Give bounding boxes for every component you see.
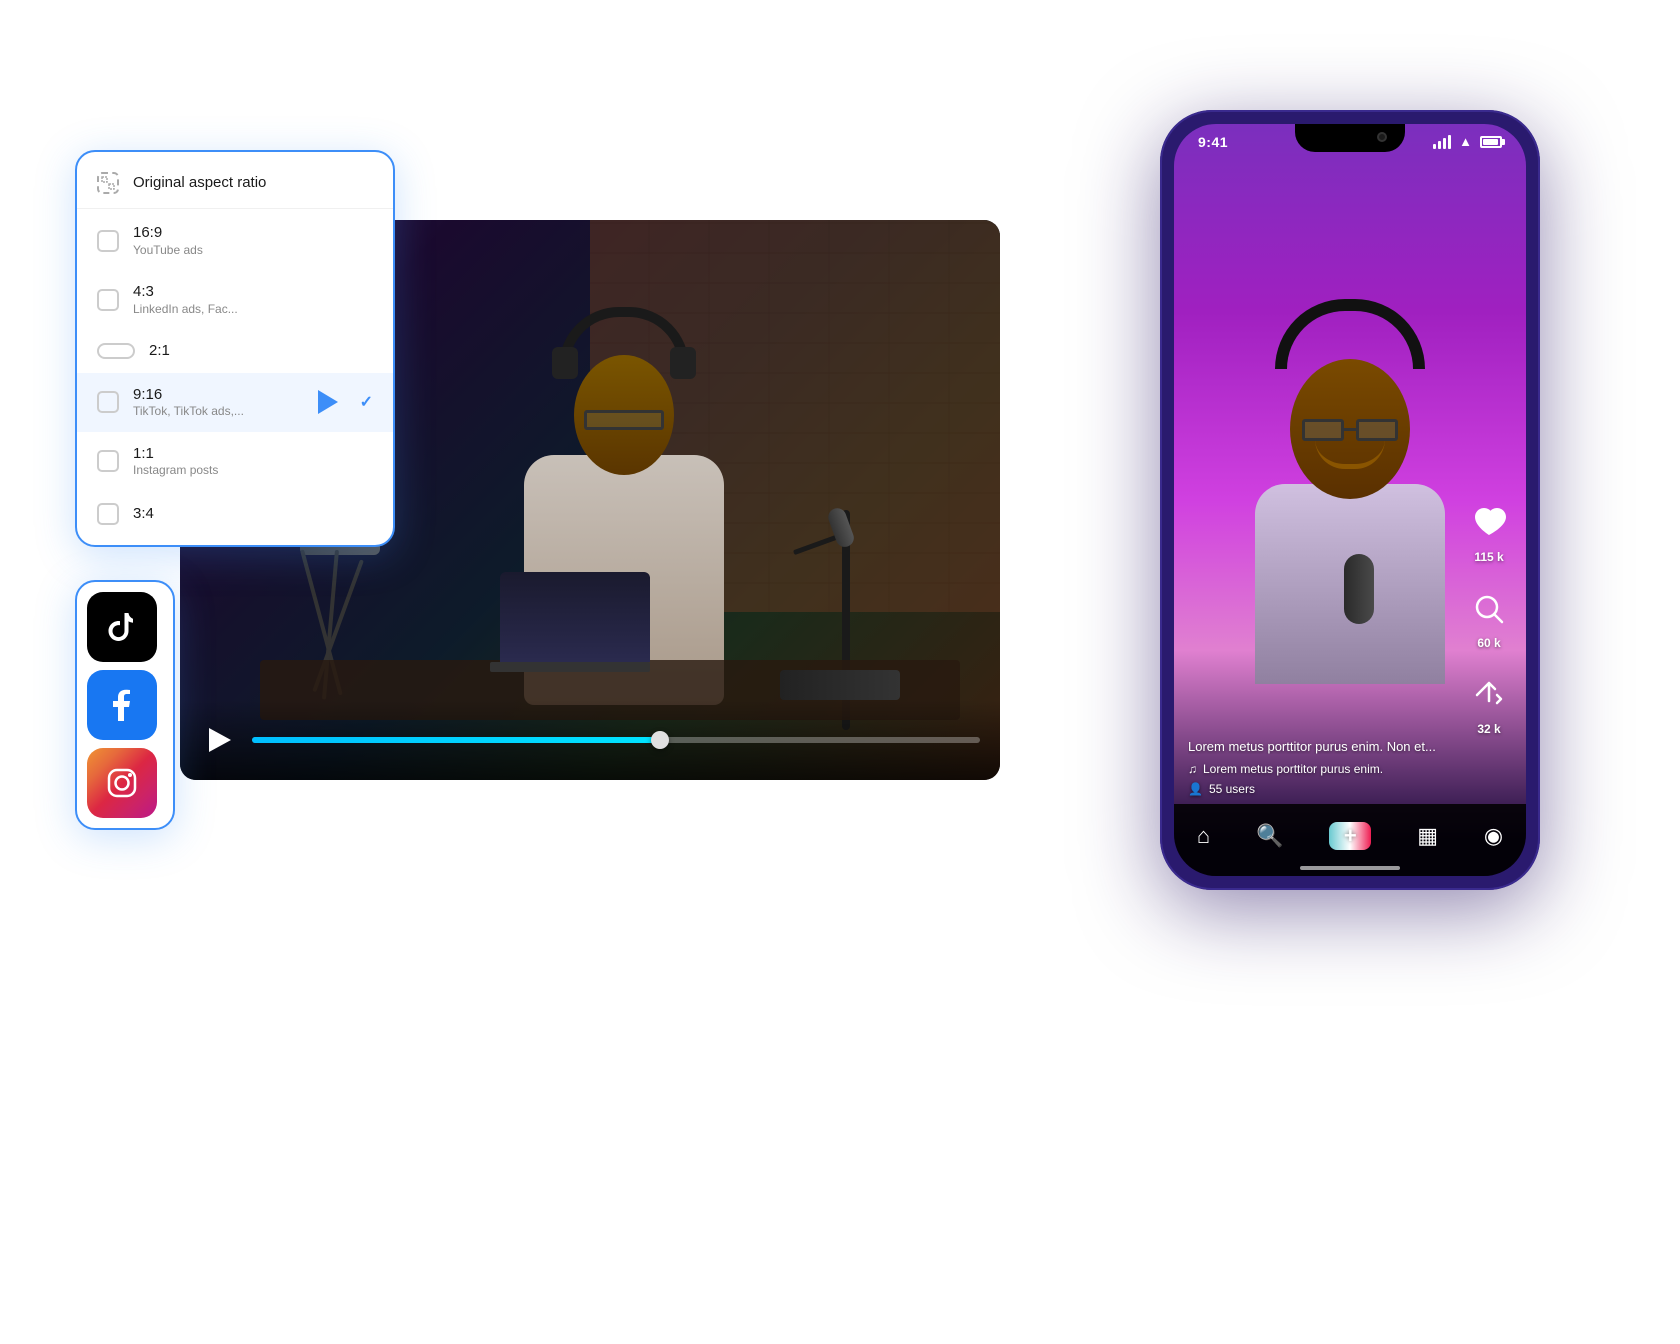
aspect-4-3-text: 4:3 LinkedIn ads, Fac... [133, 282, 373, 317]
selected-play-icon [318, 390, 338, 414]
nav-home[interactable]: ⌂ [1197, 823, 1210, 849]
sub-9-16: TikTok, TikTok ads,... [133, 404, 304, 420]
progress-thumb[interactable] [651, 731, 669, 749]
checkbox-9-16 [97, 391, 119, 413]
video-controls [180, 700, 1000, 780]
aspect-item-2-1[interactable]: 2:1 [77, 329, 393, 373]
aspect-1-1-text: 1:1 Instagram posts [133, 444, 373, 479]
aspect-3-4-text: 3:4 [133, 504, 373, 524]
phone-status-icons: ▲ [1433, 134, 1502, 149]
checkbox-2-1 [97, 343, 135, 359]
tiktok-users-info: 👤 55 users [1188, 782, 1456, 796]
nav-search-icon: 🔍 [1256, 823, 1283, 849]
sub-1-1: Instagram posts [133, 463, 373, 479]
sub-4-3: LinkedIn ads, Fac... [133, 302, 373, 318]
original-label: Original aspect ratio [133, 173, 373, 193]
tiktok-icon [104, 609, 140, 645]
progress-bar[interactable] [252, 737, 980, 743]
battery-fill [1483, 139, 1498, 145]
nav-add[interactable] [1329, 822, 1371, 850]
wifi-icon: ▲ [1459, 134, 1472, 149]
likes-count: 115 k [1474, 550, 1503, 564]
label-1-1: 1:1 [133, 444, 373, 464]
share-icon [1466, 672, 1512, 718]
search-icon [1466, 586, 1512, 632]
selected-checkmark: ✓ [360, 392, 373, 412]
checkbox-4-3 [97, 289, 119, 311]
tiktok-music-info: ♫ Lorem metus porttitor purus enim. [1188, 762, 1456, 776]
nav-search[interactable]: 🔍 [1256, 823, 1283, 849]
front-camera [1377, 132, 1387, 142]
tiktok-caption-area: Lorem metus porttitor purus enim. Non et… [1188, 739, 1456, 796]
add-button[interactable] [1329, 822, 1371, 850]
label-16-9: 16:9 [133, 223, 373, 243]
checkbox-1-1 [97, 450, 119, 472]
users-count: 55 users [1209, 782, 1255, 796]
tiktok-likes[interactable]: 115 k [1466, 500, 1512, 564]
play-icon [209, 728, 231, 752]
label-4-3: 4:3 [133, 282, 373, 302]
tiktok-shares[interactable]: 32 k [1466, 672, 1512, 736]
aspect-item-9-16[interactable]: 9:16 TikTok, TikTok ads,... ✓ [77, 373, 393, 432]
tiktok-actions-panel: 115 k 60 k 32 k [1466, 500, 1512, 736]
aspect-item-original[interactable]: Original aspect ratio [77, 160, 393, 206]
phone-notch [1295, 124, 1405, 152]
shares-count: 32 k [1477, 722, 1500, 736]
checkbox-original [97, 172, 119, 194]
phone-mockup: 9:41 ▲ [1160, 110, 1540, 890]
play-button[interactable] [200, 722, 236, 758]
tiktok-caption-text: Lorem metus porttitor purus enim. Non et… [1188, 739, 1456, 754]
home-icon: ⌂ [1197, 823, 1210, 849]
aspect-item-3-4[interactable]: 3:4 [77, 491, 393, 537]
inbox-icon: ▦ [1417, 823, 1438, 849]
checkbox-16-9 [97, 230, 119, 252]
facebook-button[interactable] [87, 670, 157, 740]
home-indicator [1300, 866, 1400, 870]
users-icon: 👤 [1188, 782, 1203, 796]
sub-16-9: YouTube ads [133, 243, 373, 259]
facebook-icon [106, 689, 138, 721]
aspect-original-text: Original aspect ratio [133, 173, 373, 193]
progress-fill [252, 737, 660, 743]
aspect-ratio-panel: Original aspect ratio 16:9 YouTube ads 4… [75, 150, 395, 547]
label-3-4: 3:4 [133, 504, 373, 524]
nav-profile[interactable]: ◉ [1484, 823, 1503, 849]
social-platforms-panel [75, 580, 175, 830]
divider-1 [77, 208, 393, 209]
aspect-16-9-text: 16:9 YouTube ads [133, 223, 373, 258]
aspect-9-16-text: 9:16 TikTok, TikTok ads,... [133, 385, 304, 420]
aspect-item-16-9[interactable]: 16:9 YouTube ads [77, 211, 393, 270]
instagram-button[interactable] [87, 748, 157, 818]
aspect-item-4-3[interactable]: 4:3 LinkedIn ads, Fac... [77, 270, 393, 329]
comments-count: 60 k [1477, 636, 1500, 650]
label-2-1: 2:1 [149, 341, 373, 361]
phone-time: 9:41 [1198, 134, 1228, 150]
checkbox-3-4 [97, 503, 119, 525]
instagram-icon [104, 765, 140, 801]
battery-icon [1480, 136, 1502, 148]
phone-screen: 9:41 ▲ [1174, 124, 1526, 876]
tiktok-comments[interactable]: 60 k [1466, 586, 1512, 650]
tiktok-button[interactable] [87, 592, 157, 662]
music-note-icon: ♫ [1188, 762, 1197, 776]
heart-icon [1466, 500, 1512, 546]
music-text: Lorem metus porttitor purus enim. [1203, 762, 1383, 776]
aspect-item-1-1[interactable]: 1:1 Instagram posts [77, 432, 393, 491]
label-9-16: 9:16 [133, 385, 304, 405]
aspect-2-1-text: 2:1 [149, 341, 373, 361]
signal-icon [1433, 135, 1451, 149]
nav-inbox[interactable]: ▦ [1417, 823, 1438, 849]
profile-icon: ◉ [1484, 823, 1503, 849]
